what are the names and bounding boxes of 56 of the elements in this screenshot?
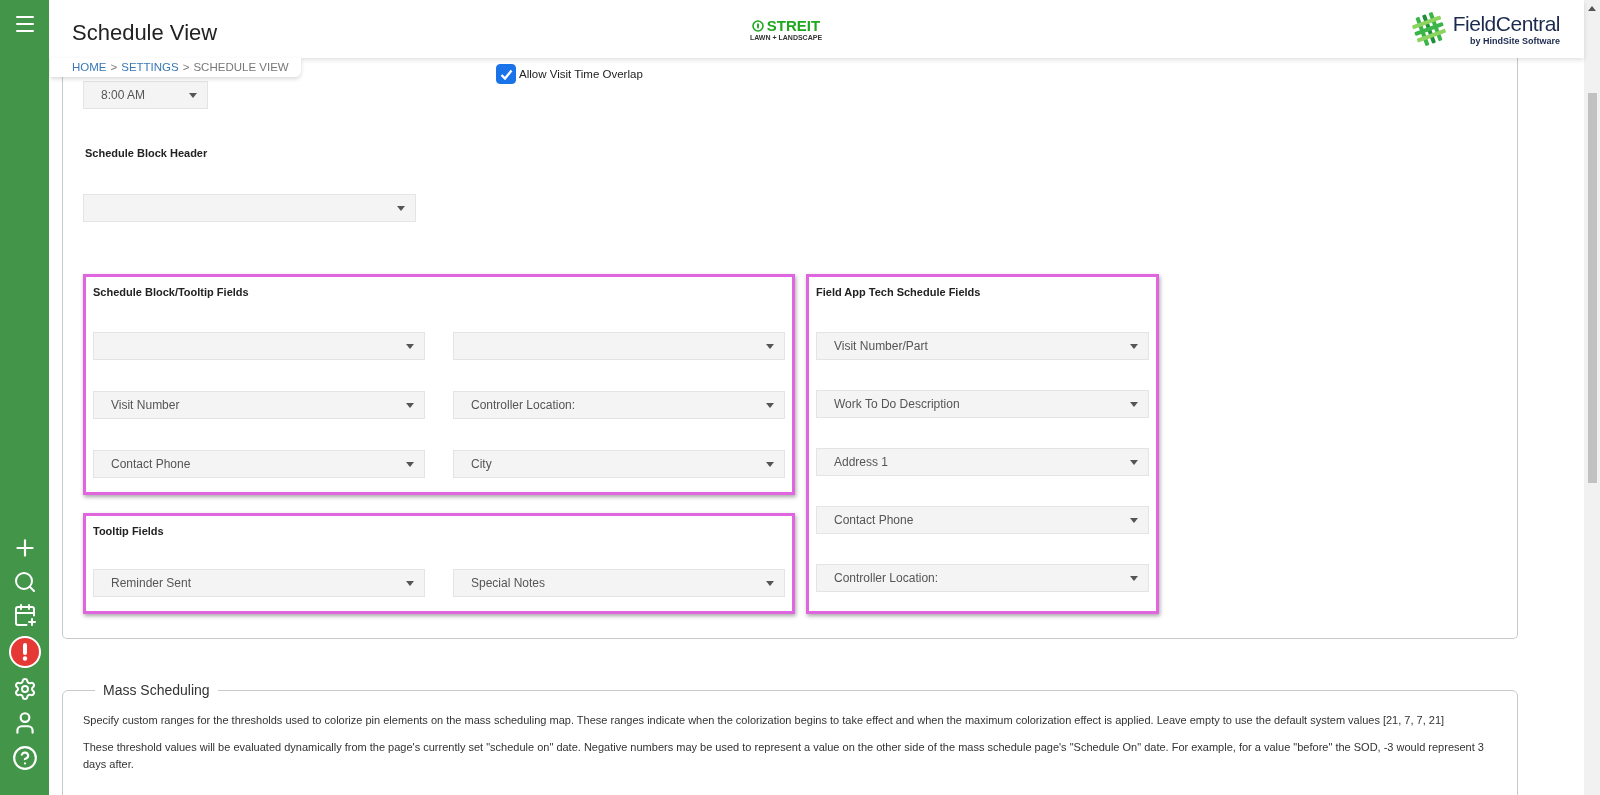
page-title: Schedule View <box>72 20 219 46</box>
group-title: Schedule Block/Tooltip Fields <box>93 286 250 298</box>
dropdown[interactable]: City <box>453 450 785 478</box>
breadcrumb-link[interactable]: HOME <box>72 61 107 73</box>
help-icon[interactable] <box>11 745 38 771</box>
scrollbar-thumb[interactable] <box>1587 93 1597 483</box>
caret-icon <box>766 461 774 467</box>
calendar-add-icon[interactable] <box>12 603 37 627</box>
breadcrumb-current: SCHEDULE VIEW <box>193 61 289 73</box>
caret-icon <box>1130 575 1138 581</box>
description-text: Specify custom ranges for the thresholds used to colorize pin elements on the mass scheduling map. These ranges indicate when the colorization begins to take effect and when the maximum colorization effect is applied. Leave empty to use the default system values [21, 7, 7, 21] <box>83 713 1446 728</box>
caret-icon <box>406 343 414 349</box>
vendor-logo-name: FieldCentral <box>1452 12 1560 36</box>
settings-icon[interactable] <box>12 677 37 701</box>
breadcrumb-separator: > <box>182 61 190 73</box>
vendor-logo-tagline: by HindSite Software <box>1470 36 1560 46</box>
dropdown[interactable]: Visit Number/Part <box>816 332 1149 360</box>
checkbox[interactable] <box>496 64 516 84</box>
caret-icon <box>766 580 774 586</box>
description-text: These threshold values will be evaluated dynamically from the page's currently set "schedule on" date. Negative numbers may be used to represent a value on the other side of the mass schedule page's "Schedule On" date. For example, for a value "before" the SOD, -3 would represent 3 days after. <box>83 739 1485 773</box>
dropdown[interactable]: Special Notes <box>453 569 785 597</box>
search-icon[interactable] <box>12 570 37 594</box>
dropdown[interactable]: Work To Do Description <box>816 390 1149 418</box>
field-label: Schedule Block Header <box>85 147 209 159</box>
caret-icon <box>1130 401 1138 407</box>
caret-icon <box>1130 459 1138 465</box>
dropdown[interactable]: 8:00 AM <box>83 81 208 109</box>
dropdown[interactable]: Address 1 <box>816 448 1149 476</box>
woven-logo-icon <box>1410 11 1447 47</box>
scrollbar[interactable] <box>1584 0 1600 795</box>
dropdown[interactable]: Visit Number <box>93 391 425 419</box>
dropdown[interactable]: Contact Phone <box>816 506 1149 534</box>
dropdown[interactable]: Controller Location: <box>816 564 1149 592</box>
caret-icon <box>766 402 774 408</box>
caret-icon <box>406 461 414 467</box>
checkbox-label: Allow Visit Time Overlap <box>519 68 643 80</box>
breadcrumb-separator: > <box>110 61 118 73</box>
dropdown[interactable]: Contact Phone <box>93 450 425 478</box>
group-title: Field App Tech Schedule Fields <box>816 286 982 298</box>
caret-icon <box>1130 517 1138 523</box>
scroll-up-icon[interactable] <box>1588 6 1596 11</box>
caret-icon <box>1130 343 1138 349</box>
caret-icon <box>397 205 405 211</box>
alert-icon[interactable] <box>8 636 41 668</box>
dropdown[interactable]: Controller Location: <box>453 391 785 419</box>
group-title: Tooltip Fields <box>93 525 165 537</box>
caret-icon <box>189 92 197 98</box>
breadcrumb-link[interactable]: SETTINGS <box>121 61 179 73</box>
section-title: Mass Scheduling <box>102 682 211 698</box>
caret-icon <box>406 402 414 408</box>
caret-icon <box>406 580 414 586</box>
checkmark-icon <box>499 68 513 80</box>
brand-logo-name: STREIT <box>766 17 821 34</box>
dropdown[interactable]: Reminder Sent <box>93 569 425 597</box>
checkbox-row[interactable]: Allow Visit Time Overlap <box>496 64 643 84</box>
caret-icon <box>766 343 774 349</box>
